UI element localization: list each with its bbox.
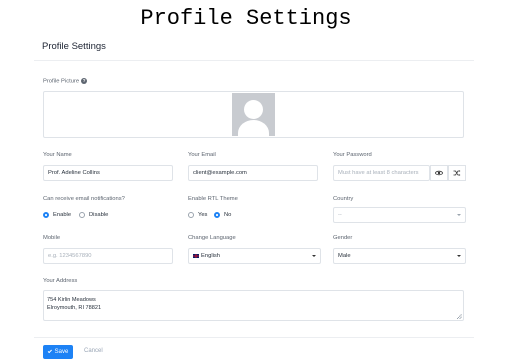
profile-picture-label: Profile Picture?: [43, 78, 88, 85]
language-label: Change Language: [188, 235, 236, 241]
radio-yes-dot[interactable]: [188, 212, 194, 218]
email-input[interactable]: client@example.com: [188, 165, 318, 181]
gender-value: Male: [338, 253, 351, 259]
question-circle-icon[interactable]: ?: [81, 78, 88, 84]
radio-disable[interactable]: Disable: [79, 212, 108, 218]
card-title: Profile Settings: [42, 41, 106, 52]
name-value: Prof. Adeline Collins: [48, 170, 100, 176]
name-label: Your Name: [43, 152, 72, 158]
check-icon: [47, 349, 52, 354]
save-button-label: Save: [54, 349, 69, 355]
name-input[interactable]: Prof. Adeline Collins: [43, 165, 173, 181]
cancel-button[interactable]: Cancel: [84, 348, 103, 354]
radio-enable[interactable]: Enable: [43, 212, 71, 218]
divider-bottom: [34, 337, 474, 338]
save-button[interactable]: Save: [43, 345, 73, 359]
radio-yes-label: Yes: [198, 212, 208, 218]
address-textarea[interactable]: 754 Kirlin Meadows Elroymouth, RI 78821: [43, 290, 464, 321]
eye-icon[interactable]: [430, 165, 448, 181]
address-line-1: 754 Kirlin Meadows: [47, 297, 96, 303]
radio-enable-dot[interactable]: [43, 212, 49, 218]
language-select[interactable]: English: [188, 248, 321, 264]
chevron-down-icon: [457, 214, 461, 216]
country-label: Country: [333, 196, 354, 202]
avatar-body: [238, 120, 269, 136]
radio-disable-label: Disable: [89, 212, 109, 218]
password-input[interactable]: Must have at least 8 characters: [333, 165, 430, 181]
default-avatar-icon[interactable]: [232, 93, 275, 136]
chevron-down-icon: [457, 255, 461, 257]
radio-no-label: No: [224, 212, 232, 218]
mobile-input[interactable]: e.g. 1234567890: [43, 248, 173, 264]
language-value: English: [201, 253, 221, 259]
eye-icon-svg: [435, 170, 443, 176]
uk-flag-icon: [193, 254, 199, 258]
page-banner-title: Profile Settings: [140, 6, 352, 31]
gender-select[interactable]: Male: [333, 248, 466, 264]
chevron-down-icon: [312, 255, 316, 257]
password-label: Your Password: [333, 152, 372, 158]
mobile-placeholder: e.g. 1234567890: [48, 253, 92, 259]
country-select[interactable]: --: [333, 207, 466, 223]
radio-no-dot[interactable]: [214, 212, 220, 218]
shuffle-icon[interactable]: [448, 165, 466, 181]
country-value: --: [338, 212, 342, 218]
email-value: client@example.com: [193, 170, 247, 176]
radio-disable-dot[interactable]: [79, 212, 85, 218]
avatar-head: [244, 100, 263, 119]
address-label: Your Address: [43, 278, 78, 284]
radio-no[interactable]: No: [214, 212, 231, 218]
rtl-label: Enable RTL Theme: [188, 196, 238, 202]
profile-picture-label-text: Profile Picture: [43, 78, 80, 85]
resize-handle-icon[interactable]: [457, 314, 462, 319]
email-label: Your Email: [188, 152, 216, 158]
gender-label: Gender: [333, 235, 353, 241]
divider-top: [34, 60, 474, 61]
email-notifications-label: Can receive email notifications?: [43, 196, 125, 202]
address-line-2: Elroymouth, RI 78821: [47, 305, 102, 311]
radio-enable-label: Enable: [53, 212, 72, 218]
password-placeholder: Must have at least 8 characters: [338, 170, 419, 176]
shuffle-icon-svg: [453, 170, 461, 176]
mobile-label: Mobile: [43, 235, 61, 241]
radio-yes[interactable]: Yes: [188, 212, 207, 218]
